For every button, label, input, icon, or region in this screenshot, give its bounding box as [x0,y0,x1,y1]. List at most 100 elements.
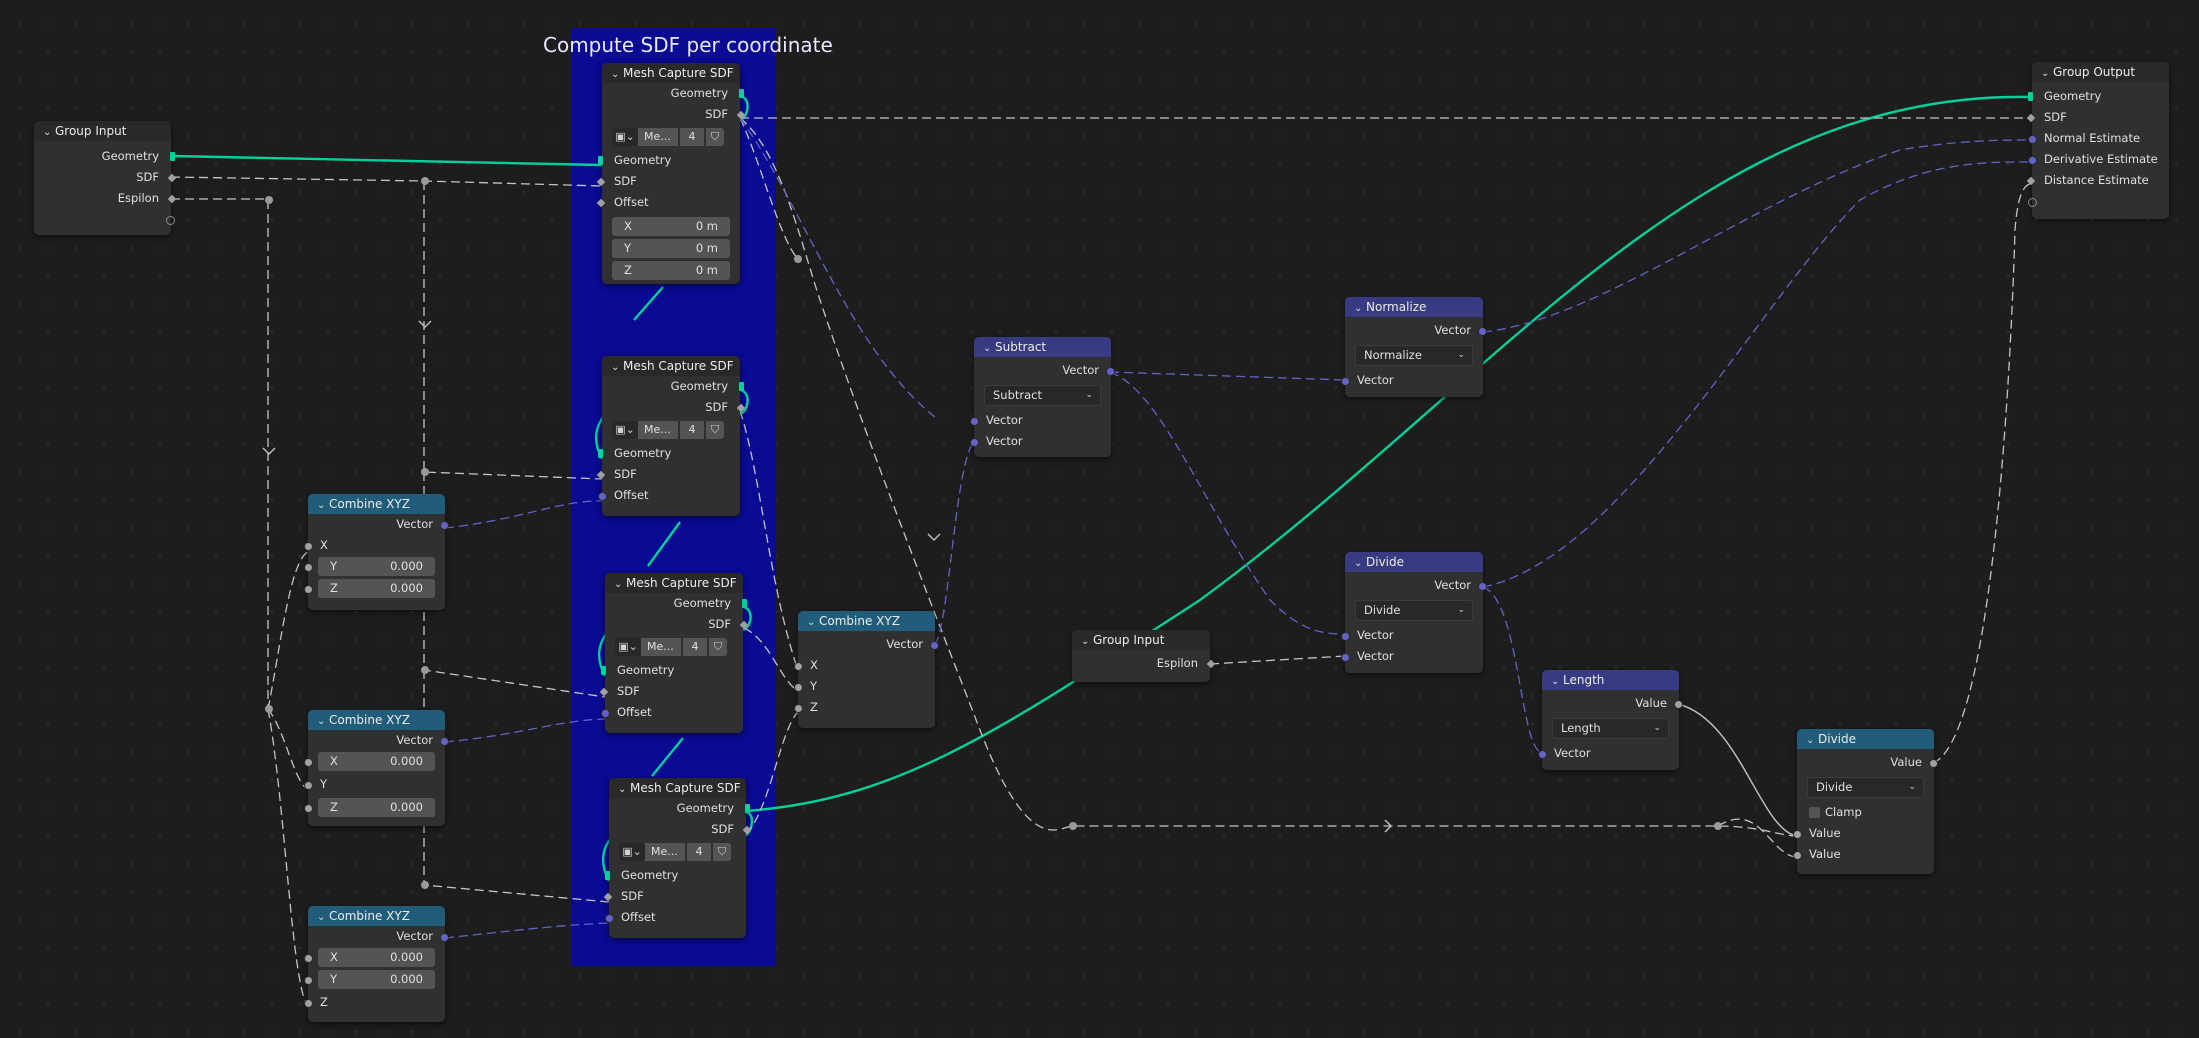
node-header[interactable]: ⌄ Normalize [1345,297,1483,317]
node-header[interactable]: ⌄ Group Input [34,121,171,141]
vector-socket[interactable] [970,417,979,426]
node-combine-xyz-x[interactable]: ⌄ Combine XYZ Vector X Y 0.000 Z 0.000 [304,494,449,610]
chevron-down-icon[interactable]: ⌄ [983,339,995,357]
x-socket[interactable] [794,662,803,671]
chevron-down-icon[interactable]: ⌄ [317,496,329,514]
reroute-point[interactable] [265,705,273,713]
offset-z-field[interactable]: Z 0 m [612,261,730,280]
chevron-down-icon[interactable]: ⌄ [1806,731,1818,749]
vector-socket[interactable] [1478,582,1487,591]
reroute-point[interactable] [1714,822,1722,830]
node-header[interactable]: ⌄ Group Output [2032,62,2169,82]
user-count[interactable]: 4 [683,638,707,656]
fake-user-shield-icon[interactable]: ⛉ [709,638,727,656]
node-combine-xyz-main[interactable]: ⌄ Combine XYZ Vector X Y Z [794,611,939,728]
x-field[interactable]: X 0.000 [318,948,435,967]
vector-socket[interactable] [440,933,449,942]
node-vector-math-subtract[interactable]: ⌄ Subtract Vector Subtract ⌄ Vector Vector [970,337,1115,457]
reroute-point[interactable] [421,468,429,476]
node-header[interactable]: ⌄ Divide [1797,729,1934,749]
node-header[interactable]: ⌄ Mesh Capture SDF [605,573,743,593]
mesh-object-icon[interactable]: ▣⌄ [612,421,638,439]
value-socket[interactable] [1793,830,1802,839]
vector-socket[interactable] [1341,377,1350,386]
vector-socket[interactable] [440,521,449,530]
node-header[interactable]: ⌄ Mesh Capture SDF [602,63,740,83]
chevron-down-icon[interactable]: ⌄ [618,780,630,798]
offset-y-field[interactable]: Y 0 m [612,239,730,258]
mesh-object-icon[interactable]: ▣⌄ [619,843,645,861]
node-header[interactable]: ⌄ Divide [1345,552,1483,572]
node-header[interactable]: ⌄ Mesh Capture SDF [602,356,740,376]
node-header[interactable]: ⌄ Combine XYZ [798,611,935,631]
offset-socket[interactable] [598,492,607,501]
z-socket[interactable] [304,585,313,594]
object-selector[interactable]: ▣⌄ Me... 4 ⛉ [612,420,730,441]
node-mesh-capture-sdf-4[interactable]: ⌄ Mesh Capture SDF Geometry SDF ▣⌄ Me... 4 ⛉… [603,778,752,938]
geometry-socket[interactable] [2028,92,2033,101]
object-name-field[interactable]: Me... [638,421,678,439]
node-vector-math-normalize[interactable]: ⌄ Normalize Vector Normalize ⌄ Vector [1341,297,1487,397]
epsilon-socket[interactable] [167,194,177,204]
operation-dropdown[interactable]: Divide ⌄ [1807,777,1924,798]
node-combine-xyz-z[interactable]: ⌄ Combine XYZ Vector X 0.000 Y 0.000 Z [304,906,449,1022]
node-header[interactable]: ⌄ Combine XYZ [308,494,445,514]
reroute-point[interactable] [421,881,429,889]
y-socket[interactable] [794,683,803,692]
chevron-down-icon[interactable]: ⌄ [611,65,623,83]
offset-x-field[interactable]: X 0 m [612,217,730,236]
offset-socket[interactable] [605,914,614,923]
y-field[interactable]: Y 0.000 [318,970,435,989]
geometry-socket[interactable] [742,599,747,608]
value-socket[interactable] [1674,700,1683,709]
x-socket[interactable] [304,954,313,963]
node-header[interactable]: ⌄ Subtract [974,337,1111,357]
geometry-socket[interactable] [745,804,750,813]
vector-socket[interactable] [1478,327,1487,336]
chevron-down-icon[interactable]: ⌄ [1551,672,1563,690]
offset-socket[interactable] [601,709,610,718]
node-mesh-capture-sdf-2[interactable]: ⌄ Mesh Capture SDF Geometry SDF ▣⌄ Me... 4 ⛉… [596,356,746,516]
operation-dropdown[interactable]: Normalize ⌄ [1355,345,1473,366]
x-field[interactable]: X 0.000 [318,752,435,771]
node-mesh-capture-sdf-3[interactable]: ⌄ Mesh Capture SDF Geometry SDF ▣⌄ Me... 4 ⛉… [599,573,749,733]
chevron-down-icon[interactable]: ⌄ [611,358,623,376]
mesh-object-icon[interactable]: ▣⌄ [615,638,641,656]
geometry-socket[interactable] [601,666,606,675]
node-header[interactable]: ⌄ Length [1542,670,1679,690]
sdf-socket[interactable] [2026,113,2036,123]
user-count[interactable]: 4 [680,421,704,439]
z-socket[interactable] [304,804,313,813]
node-header[interactable]: ⌄ Combine XYZ [308,906,445,926]
user-count[interactable]: 4 [687,843,711,861]
z-socket[interactable] [304,999,313,1008]
chevron-down-icon[interactable]: ⌄ [614,575,626,593]
reroute-point[interactable] [265,196,273,204]
user-count[interactable]: 4 [680,128,704,146]
node-group-output[interactable]: ⌄ Group Output Geometry SDF Normal Estima… [2026,62,2169,219]
vector-socket[interactable] [1106,367,1115,376]
chevron-down-icon[interactable]: ⌄ [2041,64,2053,82]
geometry-socket[interactable] [739,89,744,98]
chevron-down-icon[interactable]: ⌄ [1354,554,1366,572]
reroute-point[interactable] [1069,822,1077,830]
node-mesh-capture-sdf-1[interactable]: ⌄ Mesh Capture SDF Geometry SDF ▣⌄ Me... 4 ⛉… [596,63,746,284]
y-field[interactable]: Y 0.000 [318,557,435,576]
z-socket[interactable] [794,704,803,713]
geometry-socket[interactable] [605,871,610,880]
node-vector-math-divide[interactable]: ⌄ Divide Vector Divide ⌄ Vector Vector [1341,552,1487,673]
geometry-socket[interactable] [739,382,744,391]
chevron-down-icon[interactable]: ⌄ [43,123,55,141]
value-socket[interactable] [1793,851,1802,860]
derivative-socket[interactable] [2028,156,2037,165]
object-selector[interactable]: ▣⌄ Me... 4 ⛉ [612,127,730,148]
empty-socket[interactable] [166,216,175,225]
node-combine-xyz-y[interactable]: ⌄ Combine XYZ Vector X 0.000 Y Z 0.000 [304,710,449,826]
z-field[interactable]: Z 0.000 [318,579,435,598]
y-socket[interactable] [304,563,313,572]
x-socket[interactable] [304,758,313,767]
x-socket[interactable] [304,542,313,551]
vector-socket[interactable] [930,641,939,650]
node-header[interactable]: ⌄ Combine XYZ [308,710,445,730]
operation-dropdown[interactable]: Divide ⌄ [1355,600,1473,621]
